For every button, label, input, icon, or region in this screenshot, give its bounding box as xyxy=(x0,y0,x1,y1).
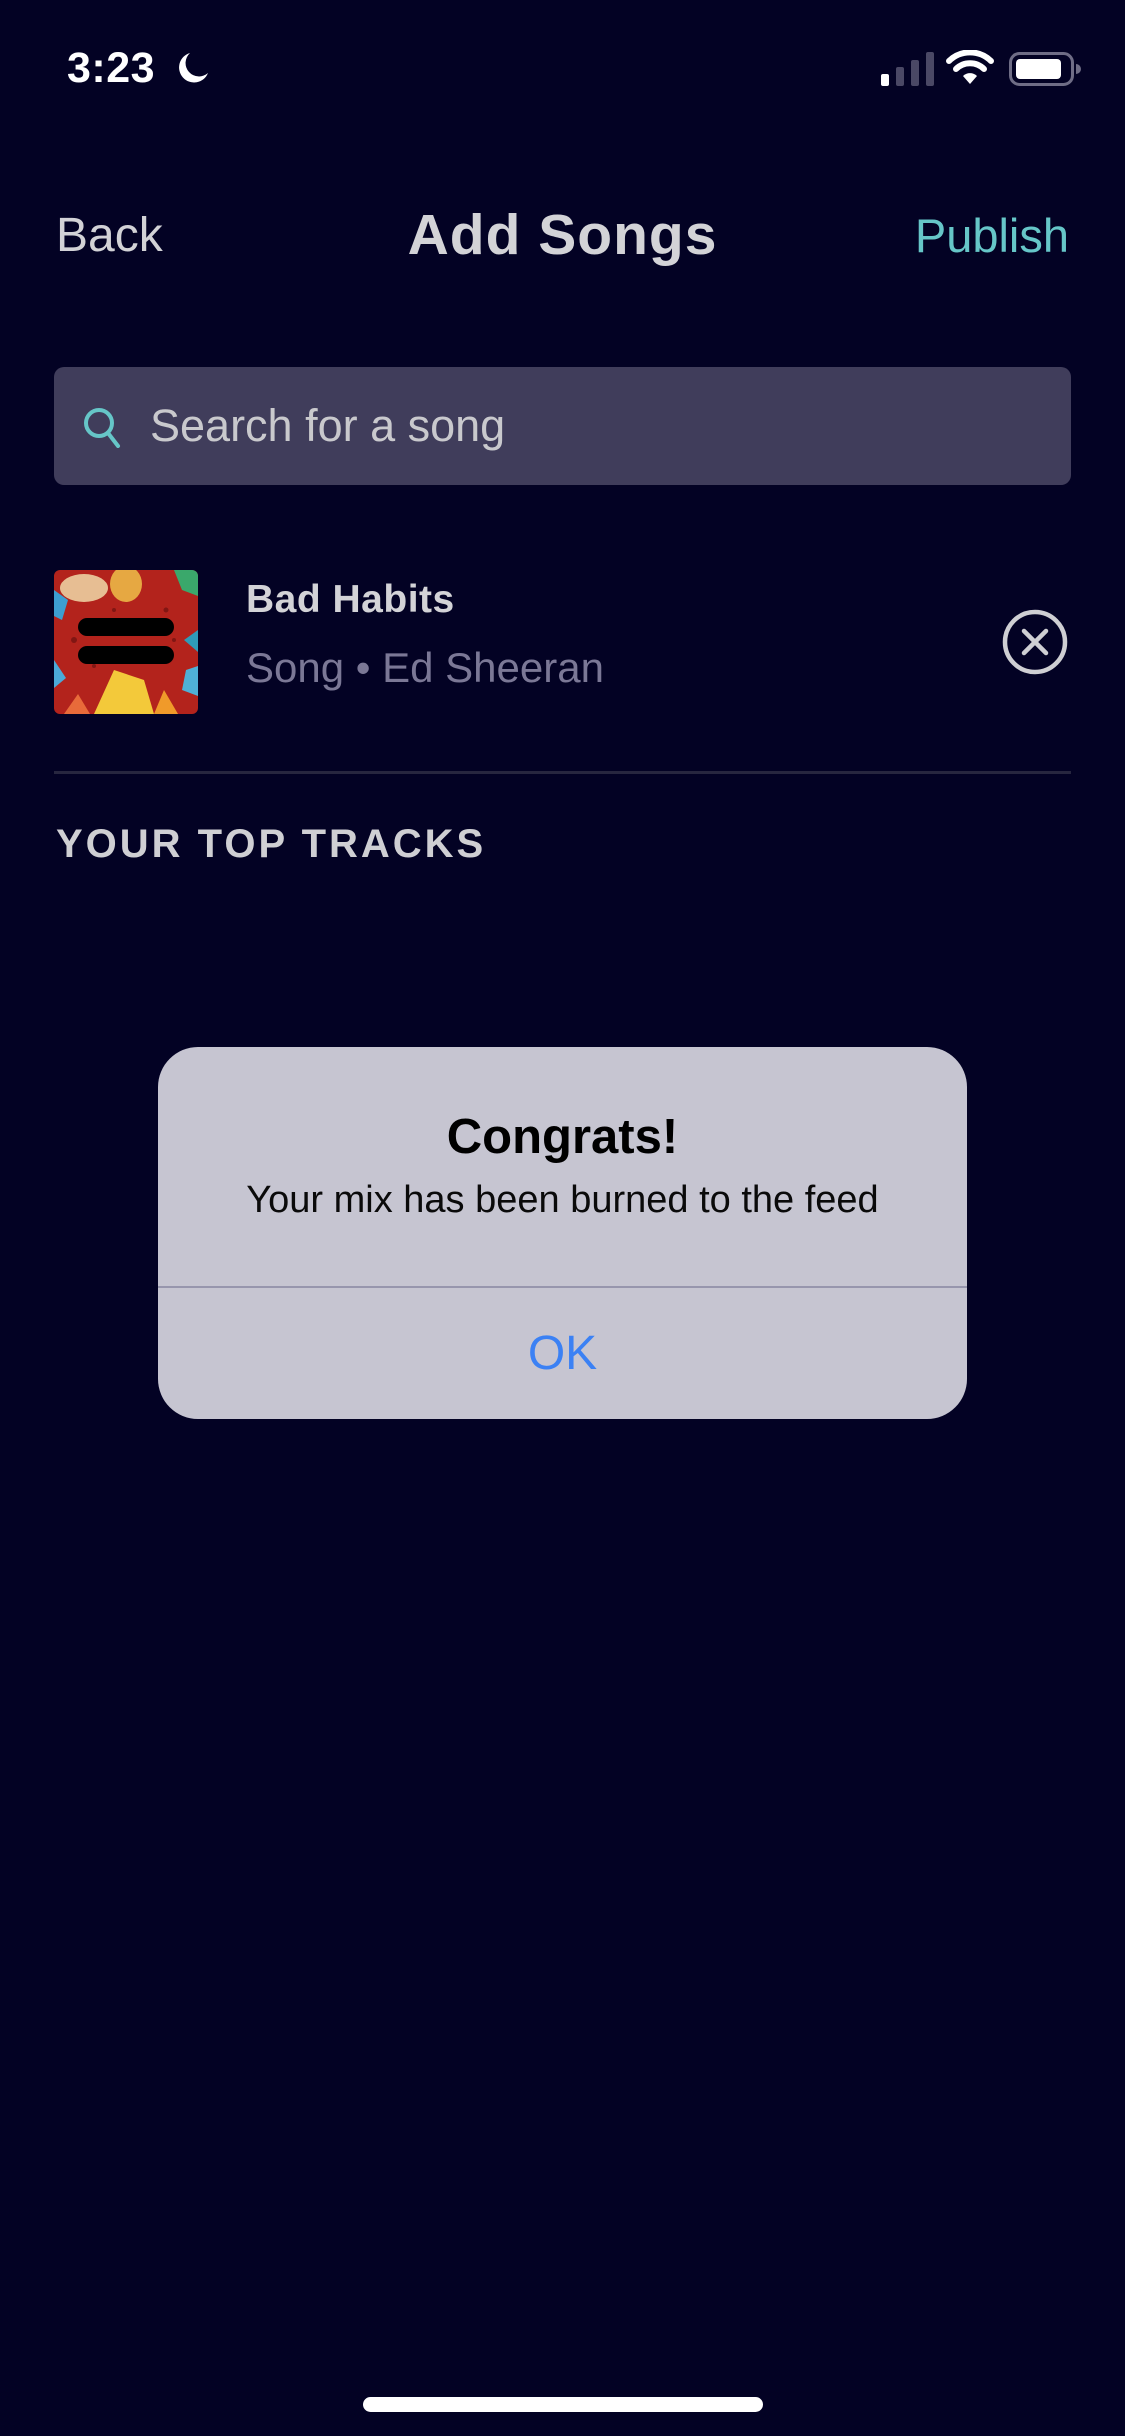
song-subtitle: Song • Ed Sheeran xyxy=(246,644,604,691)
ok-button[interactable]: OK xyxy=(158,1288,967,1419)
wifi-icon xyxy=(946,50,994,84)
alert-title: Congrats! xyxy=(446,1110,679,1164)
album-art xyxy=(54,570,198,714)
album-cover-image xyxy=(54,570,198,714)
section-divider xyxy=(54,771,1071,774)
publish-button[interactable]: Publish xyxy=(915,207,1069,265)
status-time: 3:23 xyxy=(67,44,156,92)
alert-dialog: Congrats! Your mix has been burned to th… xyxy=(158,1047,967,1419)
song-title: Bad Habits xyxy=(246,578,455,621)
alert-message: Your mix has been burned to the feed xyxy=(246,1179,879,1221)
battery-icon xyxy=(1009,52,1081,86)
moon-icon xyxy=(179,53,208,83)
search-input[interactable] xyxy=(150,367,1030,485)
top-tracks-heading: YOUR TOP TRACKS xyxy=(56,822,487,866)
search-bar[interactable] xyxy=(54,367,1071,485)
cellular-signal-icon xyxy=(881,52,934,86)
search-icon xyxy=(84,408,120,448)
home-indicator[interactable] xyxy=(363,2397,763,2412)
close-circle-icon[interactable] xyxy=(1000,607,1070,677)
